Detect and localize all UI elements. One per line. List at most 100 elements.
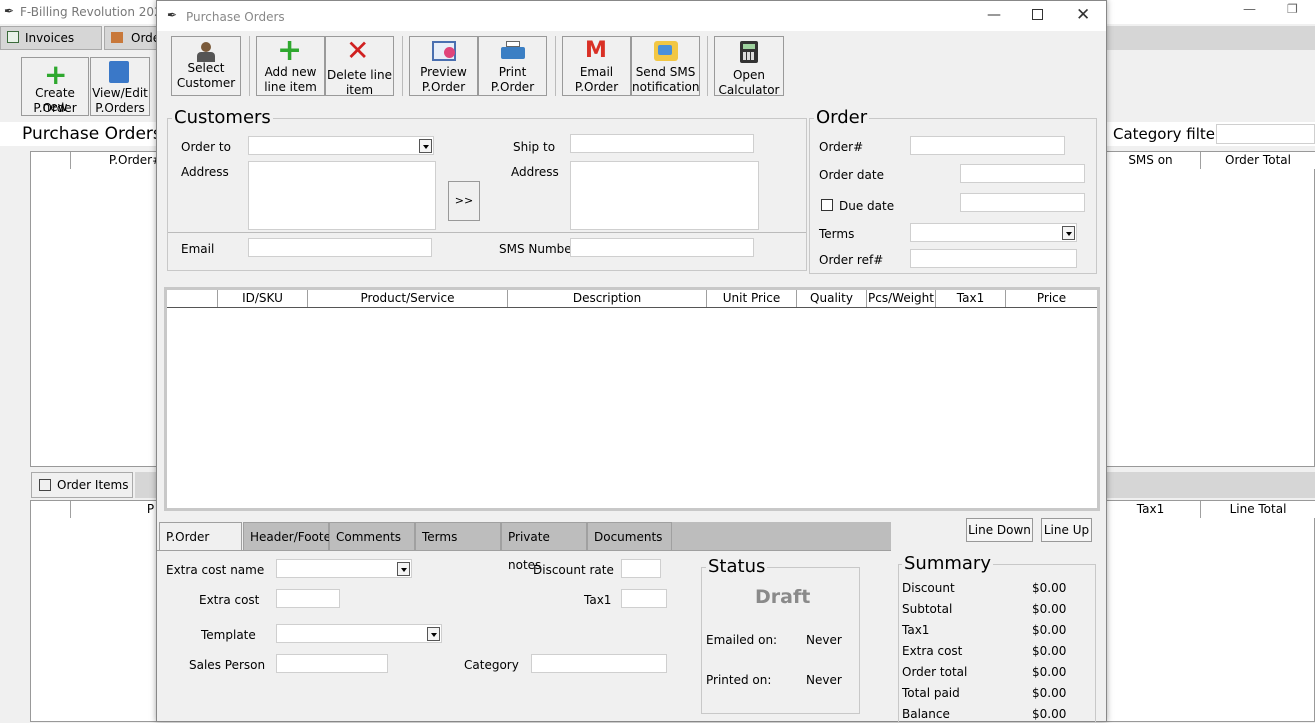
restore-icon[interactable]: ❐: [1287, 2, 1298, 16]
email-porder-button[interactable]: M Email P.Order: [562, 36, 631, 96]
invoice-icon: [7, 31, 19, 43]
items-header-cell[interactable]: Tax1: [1101, 501, 1201, 518]
delete-line-item-button[interactable]: ✕ Delete line item: [325, 36, 394, 97]
email-input[interactable]: [248, 238, 432, 257]
order-date-label: Order date: [819, 168, 884, 182]
chevron-down-icon[interactable]: [419, 139, 432, 153]
terms-label: Terms: [819, 227, 855, 241]
print-porder-button[interactable]: Print P.Order: [478, 36, 547, 96]
preview-porder-button[interactable]: Preview P.Order: [409, 36, 478, 96]
btn-label: Open: [732, 68, 766, 82]
grid-header-cell: [167, 290, 218, 307]
minimize-icon[interactable]: —: [987, 7, 1001, 23]
discount-rate-input[interactable]: [621, 559, 661, 578]
summary-label: Order total: [902, 665, 968, 679]
copy-address-button[interactable]: >>: [448, 181, 480, 221]
printed-value: Never: [806, 673, 842, 687]
address-textarea[interactable]: [248, 161, 436, 230]
summary-label: Balance: [902, 707, 950, 721]
tab-terms[interactable]: Terms: [415, 522, 501, 550]
maximize-icon[interactable]: [1032, 9, 1043, 20]
btn-label: P.Order: [33, 101, 77, 115]
add-line-item-button[interactable]: + Add new line item: [256, 36, 325, 96]
tab-comments[interactable]: Comments: [329, 522, 415, 550]
due-date-checkbox[interactable]: [821, 199, 833, 211]
btn-label: Delete line: [327, 68, 392, 82]
grid-header-cell[interactable]: ID/SKU: [218, 290, 308, 307]
ship-to-input[interactable]: [570, 134, 754, 153]
customer-icon: [197, 42, 215, 62]
send-sms-button[interactable]: Send SMS notification: [631, 36, 700, 96]
items-header-cell[interactable]: Line Total: [1201, 501, 1315, 518]
tab-porder[interactable]: P.Order: [159, 522, 242, 550]
grid-header-cell[interactable]: Pcs/Weight: [867, 290, 936, 307]
summary-value: $0.00: [1032, 686, 1067, 700]
grid-header-cell[interactable]: Description: [508, 290, 707, 307]
dialog-title-bar: ✒ Purchase Orders — ✕: [157, 1, 1106, 31]
tab-documents[interactable]: Documents: [587, 522, 672, 550]
tab-panel-line: [157, 550, 891, 551]
main-tab-invoices[interactable]: Invoices: [0, 26, 102, 50]
sales-person-input[interactable]: [276, 654, 388, 673]
close-icon[interactable]: ✕: [1076, 5, 1090, 25]
terms-combo[interactable]: [910, 223, 1077, 242]
open-calculator-button[interactable]: Open Calculator: [714, 36, 784, 97]
order-date-input[interactable]: [960, 164, 1085, 183]
summary-label: Subtotal: [902, 602, 953, 616]
due-date-input[interactable]: [960, 193, 1085, 212]
grid-header-cell[interactable]: Unit Price: [707, 290, 797, 307]
extra-cost-label: Extra cost: [199, 593, 260, 607]
calculator-icon: [740, 41, 758, 63]
list-header-cell[interactable]: Order Total: [1201, 152, 1315, 169]
feather-icon: ✒: [4, 4, 15, 18]
tab-header-footer[interactable]: Header/Foote: [243, 522, 331, 550]
sms-number-input[interactable]: [570, 238, 754, 257]
tab-label: Order Items: [57, 478, 129, 492]
order-no-input[interactable]: [910, 136, 1065, 155]
extra-cost-name-combo[interactable]: [276, 559, 412, 578]
chevron-down-icon[interactable]: [427, 627, 440, 641]
summary-label: Extra cost: [902, 644, 963, 658]
chevron-down-icon[interactable]: [1062, 226, 1075, 240]
category-input[interactable]: [531, 654, 667, 673]
chevron-down-icon[interactable]: [397, 562, 410, 576]
line-up-button[interactable]: Line Up: [1041, 518, 1092, 542]
grid-header-cell[interactable]: Product/Service: [308, 290, 508, 307]
status-value: Draft: [755, 586, 811, 608]
summary-label: Discount: [902, 581, 955, 595]
tax1-input[interactable]: [621, 589, 667, 608]
btn-label: Add new: [264, 65, 317, 79]
view-edit-porders-button[interactable]: View/Edit P.Orders: [90, 57, 150, 116]
order-to-combo[interactable]: [248, 136, 434, 155]
btn-label: Preview: [420, 65, 467, 79]
tab-private-notes[interactable]: Private notes: [501, 522, 587, 572]
extra-cost-input[interactable]: [276, 589, 340, 608]
sms-number-label: SMS Number: [499, 242, 577, 256]
summary-title: Summary: [902, 553, 993, 574]
dialog-title: Purchase Orders: [186, 10, 285, 24]
line-down-button[interactable]: Line Down: [966, 518, 1033, 542]
main-tab-orders[interactable]: Orde: [104, 26, 160, 50]
plus-icon: +: [277, 33, 303, 68]
grid-header-cell[interactable]: Quality: [797, 290, 867, 307]
order-items-tab[interactable]: Order Items: [31, 472, 133, 498]
btn-label: item: [345, 83, 374, 97]
list-header-cell: [31, 152, 71, 169]
ship-address-label: Address: [511, 165, 559, 179]
order-ref-input[interactable]: [910, 249, 1077, 268]
category-filter-input[interactable]: [1216, 124, 1315, 144]
create-new-porder-button[interactable]: + Create new P.Order: [21, 57, 89, 116]
preview-icon: [432, 41, 456, 61]
template-combo[interactable]: [276, 624, 442, 643]
minimize-icon[interactable]: —: [1243, 2, 1256, 17]
grid-header-cell[interactable]: Tax1: [936, 290, 1006, 307]
list-header-cell[interactable]: SMS on: [1101, 152, 1201, 169]
line-items-grid[interactable]: ID/SKU Product/Service Description Unit …: [164, 287, 1100, 511]
ship-address-textarea[interactable]: [570, 161, 759, 230]
summary-label: Total paid: [902, 686, 960, 700]
select-customer-button[interactable]: Select Customer: [171, 36, 241, 96]
summary-value: $0.00: [1032, 644, 1067, 658]
address-label: Address: [181, 165, 229, 179]
grid-header-cell[interactable]: Price: [1006, 290, 1097, 307]
customers-title: Customers: [172, 107, 273, 128]
